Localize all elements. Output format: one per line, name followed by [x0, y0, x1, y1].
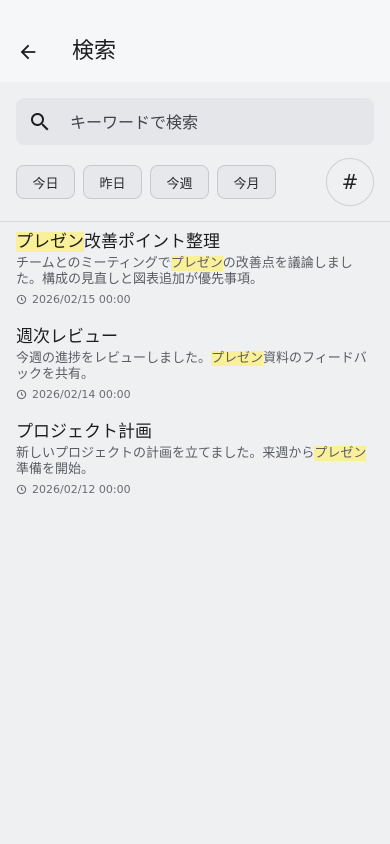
result-title: プレゼン改善ポイント整理	[16, 231, 374, 253]
search-bar[interactable]	[16, 98, 374, 147]
search-result-item[interactable]: 週次レビュー 今週の進捗をレビューしました。プレゼン資料のフィードバックを共有。…	[16, 326, 374, 401]
search-result-item[interactable]: プロジェクト計画 新しいプロジェクトの計画を立てました。来週からプレゼン準備を開…	[16, 421, 374, 496]
search-icon	[31, 113, 49, 131]
result-snippet: 新しいプロジェクトの計画を立てました。来週からプレゼン準備を開始。	[16, 446, 374, 478]
result-meta: 2026/02/14 00:00	[16, 388, 374, 401]
snippet-text: 新しいプロジェクトの計画を立てました。来週から	[16, 446, 315, 461]
filter-chip-today[interactable]: 今日	[16, 165, 75, 199]
filter-chip-label: 今月	[233, 176, 260, 192]
clock-icon	[16, 484, 27, 495]
keyword-highlight: プレゼン	[170, 256, 223, 271]
keyword-highlight: プレゼン	[314, 446, 367, 461]
keyword-highlight: プレゼン	[16, 232, 84, 252]
result-snippet: チームとのミーティングでプレゼンの改善点を議論しました。構成の見直しと図表追加が…	[16, 256, 374, 288]
clock-icon	[16, 294, 27, 305]
snippet-text: チームとのミーティングで	[16, 256, 171, 271]
result-title: プロジェクト計画	[16, 422, 152, 442]
filter-chip-yesterday[interactable]: 昨日	[83, 165, 142, 199]
page-title: 検索	[72, 39, 117, 64]
arrow-back-icon	[20, 44, 36, 60]
app-header: 検索	[0, 0, 390, 82]
search-result-item[interactable]: プレゼン改善ポイント整理 チームとのミーティングでプレゼンの改善点を議論しました…	[16, 231, 374, 306]
result-timestamp: 2026/02/14 00:00	[32, 388, 131, 401]
filter-chip-label: 今日	[32, 176, 59, 192]
result-timestamp: 2026/02/15 00:00	[32, 293, 131, 306]
snippet-text: 今週の進捗をレビューしました。	[16, 351, 212, 366]
result-title: 週次レビュー	[16, 327, 118, 347]
filter-chip-label: 昨日	[99, 176, 126, 192]
result-snippet: 今週の進捗をレビューしました。プレゼン資料のフィードバックを共有。	[16, 351, 374, 383]
clock-icon	[16, 389, 27, 400]
result-timestamp: 2026/02/12 00:00	[32, 483, 131, 496]
snippet-text: 準備を開始。	[16, 462, 95, 477]
filter-chip-label: 今週	[166, 176, 193, 192]
search-input[interactable]	[68, 98, 362, 147]
filter-chip-this-month[interactable]: 今月	[217, 165, 276, 199]
hashtag-icon: #	[341, 170, 359, 194]
keyword-highlight: プレゼン	[211, 351, 264, 366]
divider	[0, 221, 390, 222]
result-title-text: 改善ポイント整理	[84, 232, 220, 252]
tag-filter-button[interactable]: #	[326, 158, 374, 206]
filter-chip-this-week[interactable]: 今週	[150, 165, 209, 199]
result-meta: 2026/02/12 00:00	[16, 483, 374, 496]
back-button[interactable]	[14, 38, 42, 66]
result-meta: 2026/02/15 00:00	[16, 293, 374, 306]
